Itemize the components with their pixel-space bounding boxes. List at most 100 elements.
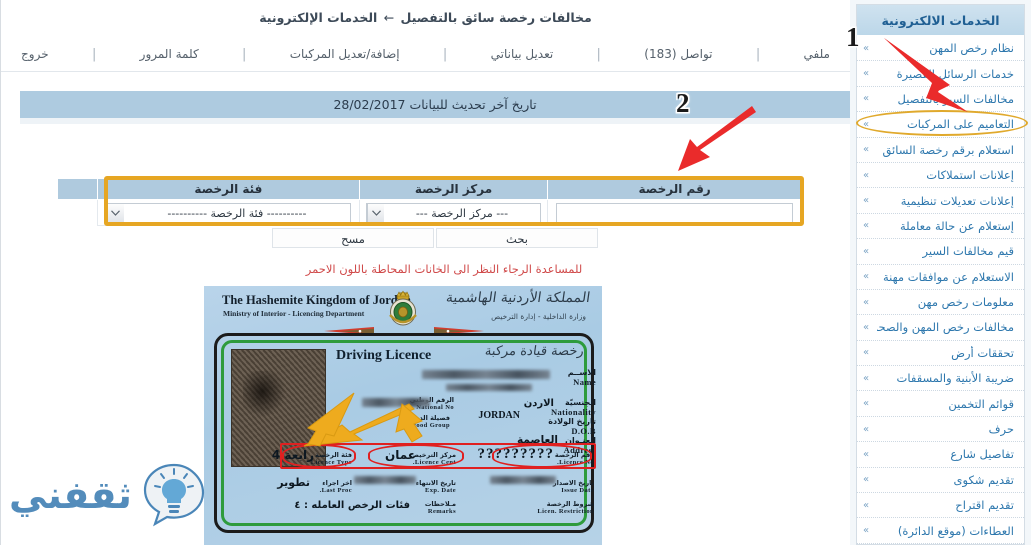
sidebar-item-label: تقديم شكوى	[953, 472, 1015, 487]
licence-class-select[interactable]: ---------- فئة الرخصة ----------	[105, 202, 351, 224]
chevron-left-icon: «	[863, 245, 870, 257]
breadcrumb-arrow-icon: ←	[383, 10, 395, 25]
card-field-label-blood: فصيلة الدم Blood Group	[409, 414, 450, 429]
sidebar-item-label: تفاصيل شارع	[950, 447, 1014, 462]
sidebar-item-label: إعلانات استملاكات	[926, 168, 1014, 183]
driving-licence-sample-image: The Hashemite Kingdom of Jordan Ministry…	[204, 286, 602, 545]
licence-center-value: --- مركز الرخصة ---	[415, 206, 509, 220]
sidebar-item-regulatory-amendments[interactable]: إعلانات تعديلات تنظيمية «	[857, 188, 1024, 214]
card-value-issue-date-redacted	[490, 476, 556, 484]
chevron-left-icon: «	[863, 474, 870, 486]
sidebar-item-label: التعاميم على المركبات	[906, 117, 1014, 132]
sidebar-item-crafts[interactable]: حرف «	[857, 417, 1024, 443]
breadcrumb-parent[interactable]: الخدمات الإلكترونية	[259, 10, 377, 25]
nav-separator: |	[241, 46, 247, 62]
cell-licence-number	[547, 199, 802, 226]
sidebar-item-label: قوائم التخمين	[948, 396, 1014, 411]
chevron-left-icon: «	[863, 118, 870, 130]
sidebar-item-label: نظام رخص المهن	[929, 41, 1014, 56]
clear-button[interactable]: مسح	[272, 228, 434, 248]
sidebar-item-transaction-status[interactable]: إستعلام عن حالة معاملة «	[857, 214, 1024, 240]
sidebar-item-estimation-lists[interactable]: قوائم التخمين «	[857, 391, 1024, 417]
datebar-shadow	[20, 118, 850, 124]
sidebar-item-street-details[interactable]: تفاصيل شارع «	[857, 442, 1024, 468]
card-value-name-redacted	[422, 370, 550, 379]
sidebar-item-label: حرف	[988, 422, 1014, 437]
sidebar-item-submit-suggestion[interactable]: تقديم اقتراح «	[857, 493, 1024, 519]
form-header-row: رقم الرخصة مركز الرخصة فئة الرخصة	[57, 178, 802, 200]
sidebar-item-profession-health-violations[interactable]: مخالفات رخص المهن والصحة «	[857, 315, 1024, 341]
nav-separator: |	[755, 46, 761, 62]
nav-separator: |	[596, 46, 601, 62]
top-nav: ملفي | تواصل (183) | تعديل بياناتي | إضا…	[1, 40, 850, 72]
nav-item-messages[interactable]: تواصل (183)	[640, 45, 716, 63]
form-buttons: بحث مسح	[20, 228, 850, 248]
cell-spacer	[58, 200, 98, 226]
card-field-label-nationality: الجنسيّة Nationality	[550, 398, 596, 417]
breadcrumb-current: مخالفات رخصة سائق بالتفصيل	[400, 10, 592, 25]
form-input-row: --- مركز الرخصة --- ---------- فئة الرخص…	[58, 199, 802, 226]
sidebar-item-driver-licence-inquiry[interactable]: استعلام برقم رخصة السائق «	[857, 138, 1024, 163]
sidebar-item-vehicle-circulars[interactable]: التعاميم على المركبات «	[857, 112, 1024, 138]
col-header-licence-class: فئة الرخصة	[97, 178, 360, 200]
chevron-left-icon: «	[863, 68, 870, 80]
main-content: مخالفات رخصة سائق بالتفصيل ← الخدمات الإ…	[0, 0, 850, 545]
card-value-name2-redacted	[446, 384, 532, 391]
chevron-left-icon: «	[863, 398, 870, 410]
card-field-label-issue-date: تاريخ الاصدار Issue Date	[552, 479, 594, 494]
card-field-label-licence-center: مركز الترخيص Licence Cent.	[410, 451, 456, 466]
nav-item-vehicles[interactable]: إضافة/تعديل المركبات	[286, 45, 404, 63]
sidebar-item-label: استعلام برقم رخصة السائق	[882, 142, 1014, 157]
chevron-left-icon: «	[863, 93, 870, 105]
chevron-down-icon[interactable]	[106, 203, 124, 223]
chevron-left-icon: «	[863, 499, 870, 511]
chevron-left-icon: «	[863, 321, 870, 333]
card-field-label-licence-no: رقم الرخصة Licence No.	[554, 451, 594, 466]
card-title-ar: رخصة قيادة مركبة	[484, 344, 586, 359]
licence-center-select[interactable]: --- مركز الرخصة ---	[366, 202, 541, 224]
card-value-last-proc: تطوير	[277, 476, 310, 489]
breadcrumb: مخالفات رخصة سائق بالتفصيل ← الخدمات الإ…	[1, 10, 850, 25]
sidebar-item-label: معلومات رخص مهن	[917, 295, 1014, 310]
nav-item-password[interactable]: كلمة المرور	[136, 45, 203, 63]
sidebar-item-label: الاستعلام عن موافقات مهنة	[882, 269, 1014, 284]
sidebar-item-building-tax[interactable]: ضريبة الأبنية والمسقفات «	[857, 366, 1024, 392]
chevron-left-icon: «	[863, 347, 870, 359]
sidebar-item-label: تحققات أرض	[951, 345, 1014, 360]
last-update-text: تاريخ آخر تحديث للبيانات 28/02/2017	[333, 97, 537, 112]
card-value-licence-center: عمان	[385, 448, 416, 462]
sidebar-item-tenders[interactable]: العطاءات (موقع الدائرة) «	[857, 518, 1024, 544]
sidebar-item-violation-values[interactable]: قيم مخالفات السير «	[857, 239, 1024, 265]
licence-number-input[interactable]	[555, 202, 794, 224]
sidebar-item-profession-approvals[interactable]: الاستعلام عن موافقات مهنة «	[857, 265, 1024, 290]
card-kingdom-en: The Hashemite Kingdom of Jordan	[222, 293, 411, 307]
watermark: ثقفني	[9, 451, 214, 539]
sidebar-item-traffic-violations-detail[interactable]: مخالفات السير بالتفصيل «	[857, 87, 1024, 113]
annotation-number-2: 2	[676, 88, 690, 118]
chevron-left-icon: «	[863, 372, 870, 384]
sidebar-item-label: قيم مخالفات السير	[922, 244, 1014, 259]
licence-class-value: ---------- فئة الرخصة ----------	[167, 206, 307, 220]
card-ministry-ar: وزارة الداخلية - إدارة الترخيص	[491, 312, 586, 321]
annotation-number-1: 1	[846, 22, 860, 52]
card-field-label-name: الاســم Name	[567, 368, 596, 387]
nav-item-profile[interactable]: ملفي	[800, 45, 834, 63]
search-button[interactable]: بحث	[436, 228, 598, 248]
sidebar-item-sms-services[interactable]: خدمات الرسائل القصيرة «	[857, 61, 1024, 87]
card-field-label-licence-type: فئة الرخصة Licence Type	[310, 451, 352, 466]
nav-item-edit-data[interactable]: تعديل بياناتي	[487, 45, 558, 63]
chevron-down-icon[interactable]	[367, 203, 385, 223]
licence-search-form: رقم الرخصة مركز الرخصة فئة الرخصة --- مر…	[57, 178, 802, 226]
sidebar-item-land-verification[interactable]: تحققات أرض «	[857, 341, 1024, 367]
chevron-left-icon: «	[863, 525, 870, 537]
sidebar-item-submit-complaint[interactable]: تقديم شكوى «	[857, 468, 1024, 494]
sidebar-item-professional-licences[interactable]: نظام رخص المهن «	[857, 36, 1024, 62]
sidebar-item-label: خدمات الرسائل القصيرة	[896, 66, 1014, 81]
chevron-left-icon: «	[863, 271, 870, 283]
sidebar-item-profession-licence-info[interactable]: معلومات رخص مهن «	[857, 290, 1024, 316]
chevron-left-icon: «	[863, 423, 870, 435]
sidebar-item-expropriation-ads[interactable]: إعلانات استملاكات «	[857, 163, 1024, 189]
cell-licence-class: ---------- فئة الرخصة ----------	[97, 199, 360, 226]
chevron-left-icon: «	[863, 448, 870, 460]
nav-item-logout[interactable]: خروج	[17, 45, 53, 63]
